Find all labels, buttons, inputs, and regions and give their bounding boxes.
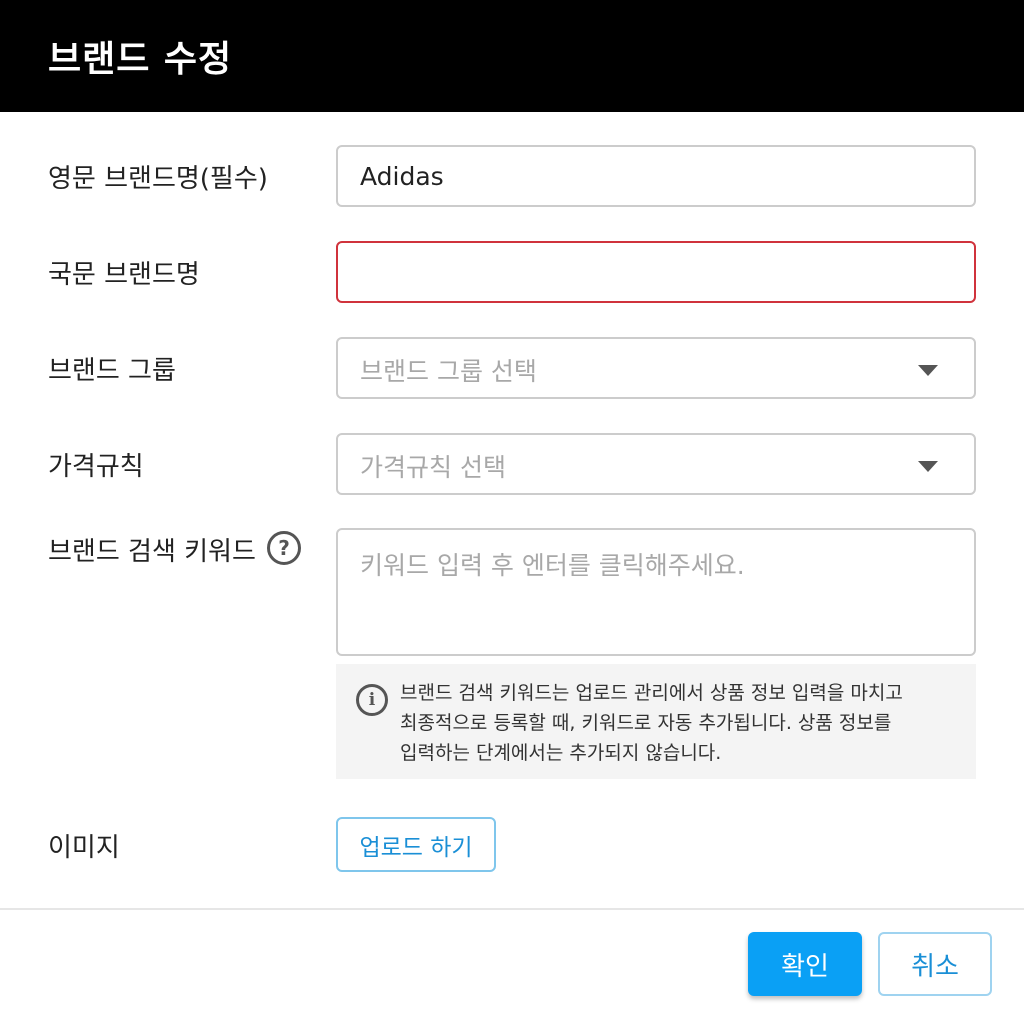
chevron-down-icon (918, 461, 938, 472)
search-keywords-label: 브랜드 검색 키워드 (48, 537, 256, 567)
keyword-info-box: i 브랜드 검색 키워드는 업로드 관리에서 상품 정보 입력을 마치고 최종적… (336, 664, 976, 779)
search-keywords-input[interactable] (338, 530, 974, 650)
info-circle-icon: i (356, 684, 388, 716)
keyword-info-text: 브랜드 검색 키워드는 업로드 관리에서 상품 정보 입력을 마치고 최종적으로… (400, 682, 903, 764)
english-name-field (336, 145, 976, 207)
brand-group-select[interactable]: 브랜드 그룹 선택 (336, 337, 976, 399)
footer-divider (0, 908, 1024, 910)
korean-name-input[interactable] (338, 243, 974, 301)
confirm-button[interactable]: 확인 (748, 932, 862, 996)
brand-group-label: 브랜드 그룹 (48, 356, 176, 386)
cancel-button[interactable]: 취소 (878, 932, 992, 996)
english-name-label: 영문 브랜드명(필수) (48, 164, 268, 194)
english-name-input[interactable] (338, 147, 974, 205)
korean-name-label: 국문 브랜드명 (48, 260, 200, 290)
upload-button[interactable]: 업로드 하기 (336, 817, 496, 872)
price-rule-select[interactable]: 가격규칙 선택 (336, 433, 976, 495)
brand-group-placeholder: 브랜드 그룹 선택 (360, 357, 537, 386)
price-rule-placeholder: 가격규칙 선택 (360, 453, 506, 482)
image-label: 이미지 (48, 833, 120, 863)
chevron-down-icon (918, 365, 938, 376)
dialog-title: 브랜드 수정 (48, 39, 233, 80)
price-rule-label: 가격규칙 (48, 452, 144, 482)
dialog-header: 브랜드 수정 (0, 0, 1024, 112)
question-circle-icon[interactable]: ? (267, 531, 301, 565)
korean-name-field (336, 241, 976, 303)
search-keywords-field (336, 528, 976, 656)
